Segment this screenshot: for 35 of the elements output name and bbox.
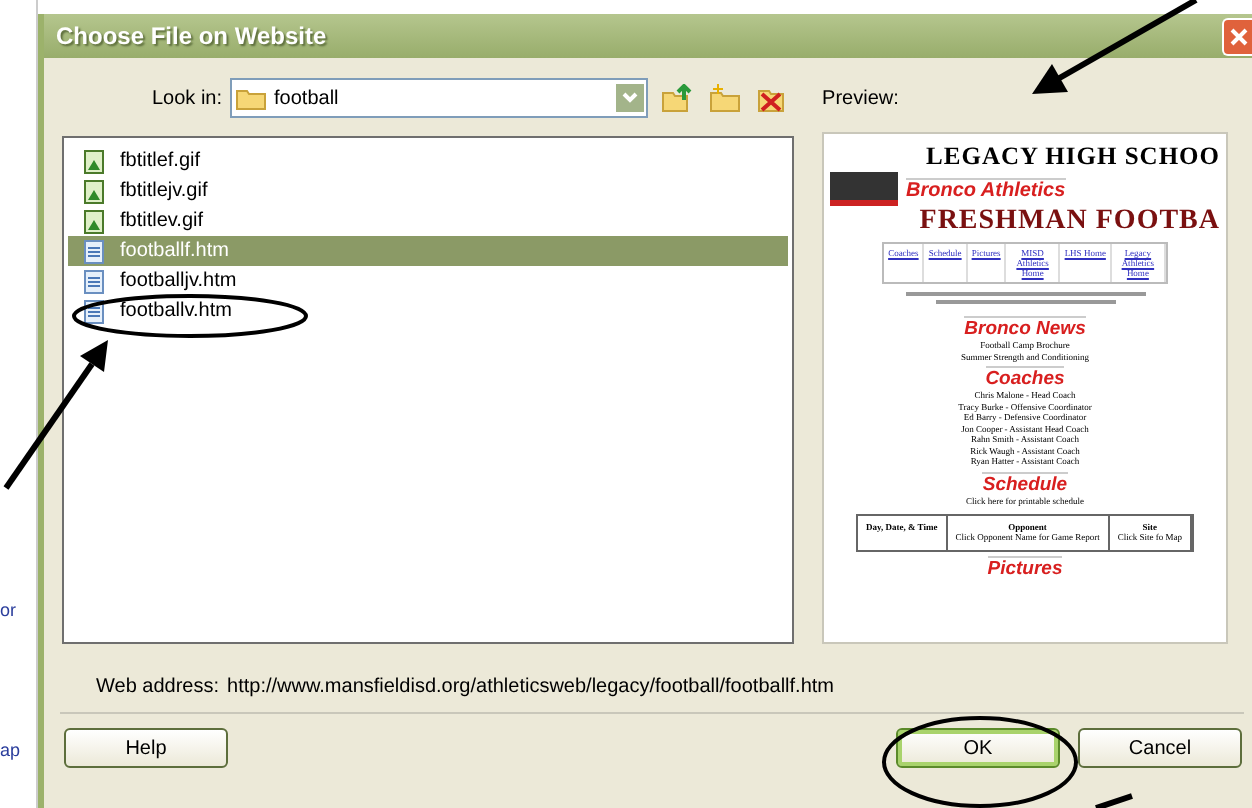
background-text: ap xyxy=(0,740,23,760)
image-file-icon xyxy=(84,149,104,173)
logo-image xyxy=(830,172,898,206)
close-button[interactable] xyxy=(1222,17,1252,55)
file-item[interactable]: fbtitlev.gif xyxy=(68,206,788,236)
document-icon xyxy=(84,239,104,263)
web-address-label: Web address: xyxy=(96,676,220,698)
section-heading: Coaches xyxy=(985,366,1065,390)
dialog-button[interactable]: Help xyxy=(64,728,228,768)
preview-label: Preview: xyxy=(822,87,899,109)
document-icon xyxy=(84,269,104,293)
file-item[interactable]: fbtitlejv.gif xyxy=(68,176,788,206)
school-heading: LEGACY HIGH SCHOO xyxy=(926,142,1220,172)
delete-icon[interactable] xyxy=(758,84,787,112)
dialog-button[interactable]: Cancel xyxy=(1078,728,1242,768)
section-heading: Pictures xyxy=(987,555,1063,579)
section-heading: Bronco Athletics xyxy=(906,177,1066,201)
file-item[interactable]: footballjv.htm xyxy=(68,266,788,296)
file-item[interactable]: footballv.htm xyxy=(68,296,788,326)
image-file-icon xyxy=(84,209,104,233)
dialog-button[interactable]: OK xyxy=(896,728,1060,768)
look-in-dropdown[interactable]: football xyxy=(230,78,649,118)
background-text: or xyxy=(0,600,19,620)
new-folder-icon[interactable] xyxy=(710,84,743,112)
section-heading: Schedule xyxy=(982,471,1068,495)
look-in-label: Look in: xyxy=(152,87,223,109)
banner-heading: FRESHMAN FOOTBA xyxy=(919,206,1220,238)
close-icon[interactable] xyxy=(1229,27,1247,45)
section-heading: Bronco News xyxy=(964,316,1086,340)
folder-up-icon[interactable] xyxy=(662,84,695,112)
window-title: Choose File on Website xyxy=(56,22,327,50)
image-file-icon xyxy=(84,179,104,203)
file-item[interactable]: fbtitlef.gif xyxy=(68,146,788,176)
folder-icon xyxy=(236,86,267,110)
web-address-value: http://www.mansfieldisd.org/athleticsweb/legacy/football/footballf.htm xyxy=(227,676,835,698)
